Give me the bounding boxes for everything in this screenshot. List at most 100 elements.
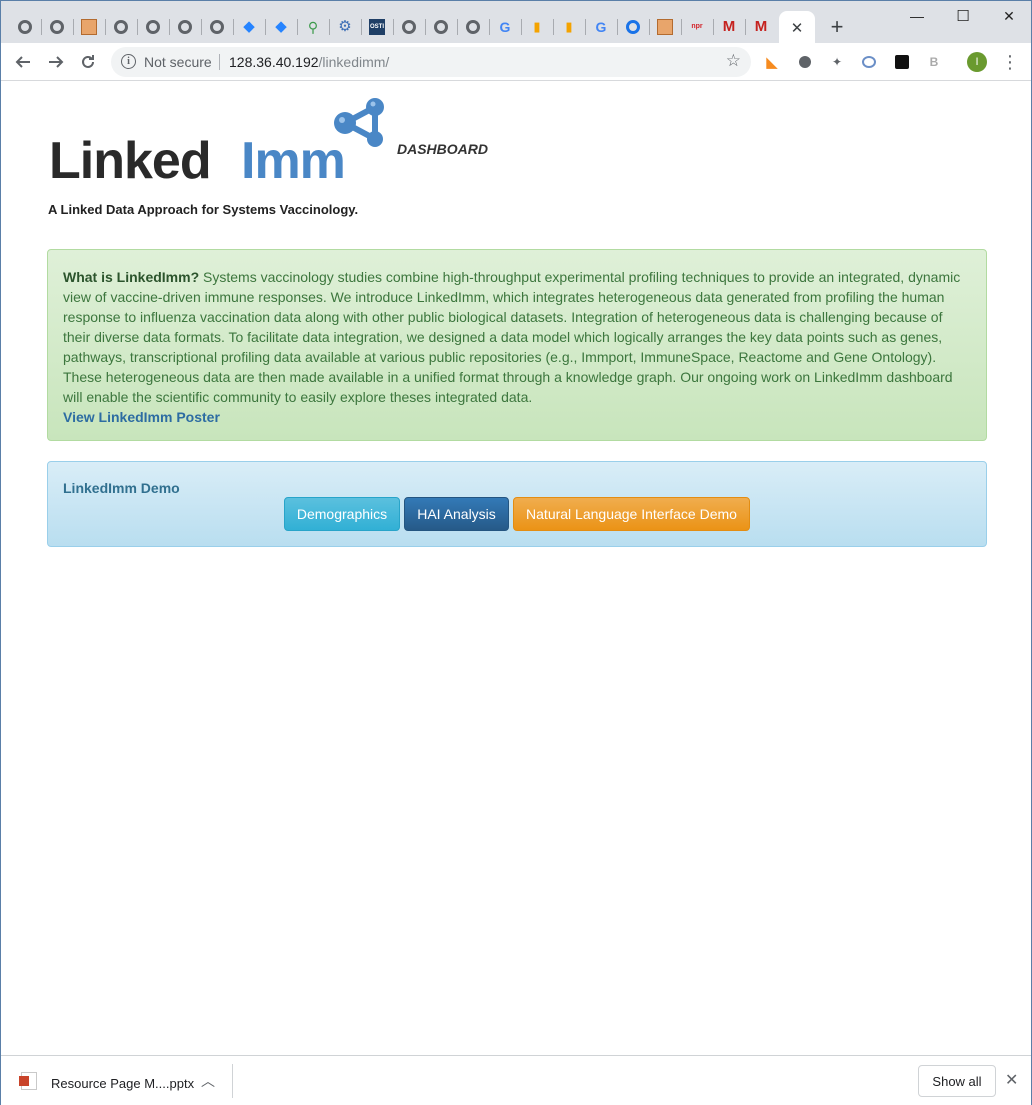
lock-extension-icon[interactable] (893, 53, 911, 71)
jira-icon: ◆ (243, 18, 255, 35)
about-heading: What is LinkedImm? (63, 269, 200, 285)
pattern-icon (81, 19, 97, 35)
tab[interactable]: OSTI (361, 11, 393, 43)
jira-icon: ◆ (275, 18, 287, 35)
extension-circle-icon[interactable] (796, 53, 814, 71)
logo-linked-text: Linked (49, 132, 212, 190)
forward-button[interactable] (43, 50, 69, 74)
close-tab-icon[interactable]: ✕ (791, 19, 804, 37)
rss-icon[interactable]: ◣ (763, 53, 781, 71)
separator (232, 1064, 233, 1098)
profile-avatar[interactable]: I (967, 52, 987, 72)
active-tab[interactable]: ✕ (779, 11, 815, 45)
download-file-name[interactable]: Resource Page M....pptx (51, 1076, 194, 1091)
tab-strip: ◆ ◆ ⚲ ⚙ OSTI G ▮ ▮ G npr M M ✕ + — ☐ ✕ (1, 1, 1032, 45)
close-window-button[interactable]: ✕ (986, 1, 1032, 31)
tab[interactable]: ◆ (265, 11, 297, 43)
npr-icon: npr (691, 23, 703, 30)
tab[interactable]: npr (681, 11, 713, 43)
tab[interactable]: ▮ (521, 11, 553, 43)
about-panel: What is LinkedImm? Systems vaccinology s… (47, 249, 987, 441)
show-all-button[interactable]: Show all (918, 1065, 996, 1097)
menu-icon[interactable]: ⋮ (1001, 51, 1019, 73)
globe-icon (114, 20, 128, 34)
page-content: Linked Imm DASHBOARD A Linked Data Appro… (1, 81, 1031, 1055)
gear-icon: ⚙ (338, 18, 352, 35)
logo-dashboard-text: DASHBOARD (397, 141, 488, 157)
tab[interactable] (201, 11, 233, 43)
globe-icon (210, 20, 224, 34)
tab-list: ◆ ◆ ⚲ ⚙ OSTI G ▮ ▮ G npr M M ✕ + (9, 11, 853, 45)
hai-analysis-button[interactable]: HAI Analysis (404, 497, 509, 531)
security-status[interactable]: Not secure (144, 54, 212, 70)
analytics-icon: ▮ (533, 19, 541, 34)
browser-toolbar: i Not secure 128.36.40.192/linkedimm/ ☆ … (1, 43, 1031, 81)
globe-icon (434, 20, 448, 34)
tab[interactable]: G (489, 11, 521, 43)
extension-oval-icon[interactable] (860, 53, 878, 71)
gmail-icon: M (754, 18, 768, 35)
globe-icon (178, 20, 192, 34)
tab[interactable]: ⚙ (329, 11, 361, 43)
tab[interactable]: ⚲ (297, 11, 329, 43)
reload-icon (82, 55, 94, 68)
analytics-icon: ▮ (565, 19, 573, 34)
linkedimm-logo: Linked Imm DASHBOARD (49, 91, 509, 191)
extension-b-icon[interactable]: B (925, 53, 943, 71)
gmail-icon: M (722, 18, 736, 35)
globe-icon (466, 20, 480, 34)
tab[interactable] (41, 11, 73, 43)
tab[interactable] (457, 11, 489, 43)
reload-button[interactable] (75, 50, 101, 74)
nl-interface-demo-button[interactable]: Natural Language Interface Demo (513, 497, 750, 531)
tab[interactable]: ◆ (233, 11, 265, 43)
forward-arrow-icon (49, 56, 64, 68)
maximize-button[interactable]: ☐ (940, 1, 986, 31)
tagline: A Linked Data Approach for Systems Vacci… (48, 202, 359, 217)
download-shelf: Resource Page M....pptx ︿ Show all ✕ (1, 1055, 1031, 1105)
tab[interactable] (169, 11, 201, 43)
google-icon: G (595, 19, 607, 35)
google-icon: G (499, 19, 511, 35)
url-text[interactable]: 128.36.40.192/linkedimm/ (229, 54, 389, 70)
demo-panel: LinkedImm Demo Demographics HAI Analysis… (47, 461, 987, 547)
tab[interactable] (425, 11, 457, 43)
view-poster-link[interactable]: View LinkedImm Poster (63, 407, 971, 427)
tab[interactable] (649, 11, 681, 43)
tab[interactable]: ▮ (553, 11, 585, 43)
tab[interactable] (9, 11, 41, 43)
pattern-icon (657, 19, 673, 35)
address-bar[interactable]: i Not secure 128.36.40.192/linkedimm/ ☆ (111, 47, 751, 77)
info-icon[interactable]: i (121, 54, 136, 69)
globe-icon (18, 20, 32, 34)
minimize-button[interactable]: — (894, 1, 940, 31)
search-icon: ⚲ (307, 19, 319, 35)
demographics-button[interactable]: Demographics (284, 497, 400, 531)
bookmark-star-icon[interactable]: ☆ (726, 51, 741, 71)
globe-icon (146, 20, 160, 34)
separator (219, 54, 220, 70)
tab[interactable] (137, 11, 169, 43)
tab[interactable] (617, 11, 649, 43)
tab[interactable] (393, 11, 425, 43)
back-button[interactable] (10, 50, 36, 74)
close-icon[interactable]: ✕ (1005, 1070, 1018, 1090)
logo-imm-text: Imm (241, 132, 346, 190)
tab[interactable] (105, 11, 137, 43)
extension-puzzle-icon[interactable]: ✦ (828, 53, 846, 71)
new-tab-button[interactable]: + (821, 11, 853, 43)
tab[interactable]: M (745, 11, 777, 43)
tab[interactable] (73, 11, 105, 43)
back-arrow-icon (15, 56, 30, 68)
tab[interactable]: M (713, 11, 745, 43)
demo-title: LinkedImm Demo (63, 480, 180, 496)
pptx-file-icon[interactable] (19, 1072, 37, 1090)
osti-icon: OSTI (369, 19, 385, 35)
about-body: Systems vaccinology studies combine high… (63, 269, 961, 405)
tab[interactable]: G (585, 11, 617, 43)
globe-icon (50, 20, 64, 34)
cloud-icon (626, 20, 640, 34)
molecule-icon (334, 98, 384, 147)
chevron-up-icon[interactable]: ︿ (201, 1071, 215, 1091)
globe-icon (402, 20, 416, 34)
